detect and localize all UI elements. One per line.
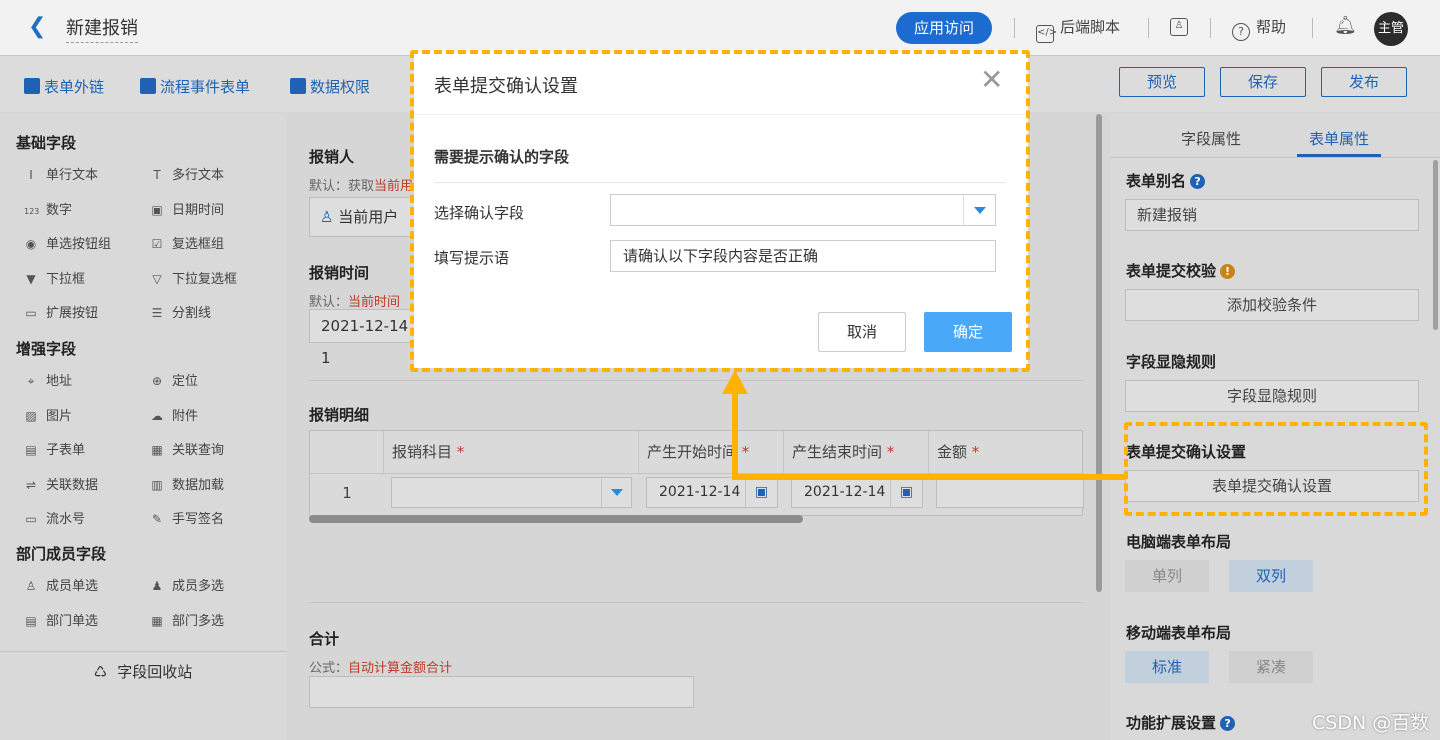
arrow-head (722, 370, 748, 394)
annotation-arrow (722, 370, 1126, 480)
arrow-line (732, 392, 1126, 480)
watermark: CSDN @百数 (1312, 712, 1430, 734)
